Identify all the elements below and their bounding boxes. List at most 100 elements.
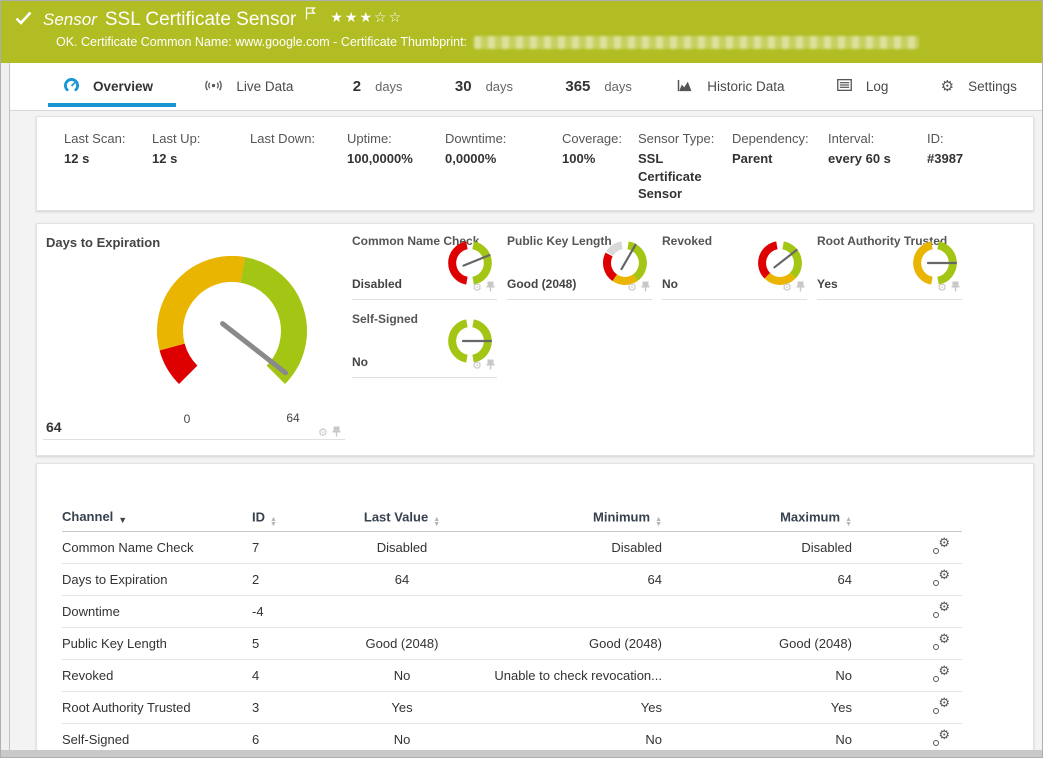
big-gauge-value: 64 [46, 419, 62, 435]
pin-icon[interactable] [796, 279, 805, 297]
pin-icon[interactable] [641, 279, 650, 297]
gear-icon[interactable]: ⚙ [318, 427, 328, 439]
certificate-thumbprint-redacted [474, 35, 920, 49]
column-header-channel[interactable]: Channel ▼ [62, 509, 252, 525]
table-row: Common Name Check 7 Disabled Disabled Di… [62, 532, 962, 564]
info-item: Last Down: [250, 131, 347, 203]
sort-icon: ▲ ▼ [655, 515, 662, 528]
info-item: Interval: every 60 s [828, 131, 927, 203]
info-value: 0,0000% [445, 151, 497, 166]
priority-star-rating[interactable]: ★★★☆☆ [330, 9, 403, 26]
info-label: Interval: [828, 131, 875, 146]
tab-icon: ⚙ [940, 78, 955, 95]
cell-maximum: Good (2048) [779, 636, 852, 651]
channel-settings-icon[interactable]: ⚙ [933, 535, 950, 554]
tab-overview[interactable]: Overview [47, 63, 177, 110]
gear-icon[interactable]: ⚙ [782, 282, 792, 294]
tab-log[interactable]: Log [836, 63, 896, 110]
tab-30-days[interactable]: 30 days [448, 63, 513, 110]
tab-365-days[interactable]: 365 days [558, 63, 632, 110]
table-row: Downtime -4 ⚙ [62, 596, 962, 628]
cell-maximum: Disabled [801, 540, 852, 555]
channel-gauge-title: Self-Signed [352, 312, 419, 326]
column-header-maximum[interactable]: Maximum ▲ ▼ [662, 509, 852, 528]
channel-gauge-value: Yes [817, 277, 838, 291]
flag-icon[interactable] [305, 7, 317, 25]
status-message-row: OK. Certificate Common Name: www.google.… [56, 35, 920, 49]
sensor-page: Sensor SSL Certificate Sensor ★★★☆☆ OK. … [0, 0, 1043, 758]
channel-gauge-value: Disabled [352, 277, 403, 291]
sensor-info-card: Last Scan: 12 s Last Up: 12 s Last Down:… [36, 116, 1034, 211]
sort-icon: ▲ ▼ [270, 515, 277, 528]
column-header-minimum[interactable]: Minimum ▲ ▼ [472, 509, 662, 528]
pin-icon[interactable] [486, 357, 495, 375]
info-label: ID: [927, 131, 944, 146]
gauge-actions: ⚙ [472, 357, 495, 375]
gauge-actions: ⚙ [472, 279, 495, 297]
cell-maximum: Yes [830, 700, 852, 715]
info-item: ID: #3987 [927, 131, 987, 203]
info-label: Sensor Type: [638, 131, 715, 146]
channel-settings-icon[interactable]: ⚙ [933, 567, 950, 586]
info-label: Last Down: [250, 131, 316, 146]
info-value: #3987 [927, 151, 964, 166]
cell-channel: Days to Expiration [62, 572, 168, 587]
gear-icon[interactable]: ⚙ [472, 282, 482, 294]
cell-id: 3 [252, 700, 260, 715]
sensor-info-bar: Last Scan: 12 s Last Up: 12 s Last Down:… [37, 117, 1033, 203]
info-item: Uptime: 100,0000% [347, 131, 445, 203]
page-title: SSL Certificate Sensor [104, 9, 297, 30]
table-row: Root Authority Trusted 3 Yes Yes Yes ⚙ [62, 692, 962, 724]
tab-live-data[interactable]: Live Data [205, 63, 300, 110]
info-label: Downtime: [445, 131, 507, 146]
pin-icon[interactable] [486, 279, 495, 297]
tab-historic-data[interactable]: Historic Data [677, 63, 791, 110]
gauges-card: Days to Expiration 0 64 64 ⚙ Common Name… [36, 223, 1034, 456]
channel-gauge-title: Revoked [662, 234, 713, 248]
channel-gauge-panel-root-authority-trusted: Root Authority Trusted Yes ⚙ [817, 230, 962, 300]
pin-icon[interactable] [951, 279, 960, 297]
gauge-actions: ⚙ [627, 279, 650, 297]
column-header-id[interactable]: ID ▲ ▼ [252, 509, 332, 528]
gauge-scale-max: 64 [286, 411, 300, 425]
cell-last-value: Disabled [376, 540, 428, 555]
cell-channel: Common Name Check [62, 540, 194, 555]
channel-settings-icon[interactable]: ⚙ [933, 663, 950, 682]
channel-settings-icon[interactable]: ⚙ [933, 727, 950, 746]
gear-icon[interactable]: ⚙ [627, 282, 637, 294]
tab-icon [677, 79, 693, 95]
cell-last-value: Yes [391, 700, 413, 715]
channel-settings-icon[interactable]: ⚙ [933, 695, 950, 714]
gear-icon[interactable]: ⚙ [937, 282, 947, 294]
panel-separator [43, 439, 345, 440]
status-banner: Sensor SSL Certificate Sensor ★★★☆☆ OK. … [1, 1, 1042, 63]
sensor-title-row: Sensor SSL Certificate Sensor ★★★☆☆ [15, 7, 403, 31]
channel-gauge-grid: Common Name Check Disabled ⚙ Public Key … [352, 230, 964, 378]
table-row: Public Key Length 5 Good (2048) Good (20… [62, 628, 962, 660]
cell-channel: Root Authority Trusted [62, 700, 191, 715]
table-row: Days to Expiration 2 64 64 64 ⚙ [62, 564, 962, 596]
info-value: Parent [732, 151, 773, 166]
channel-gauge-panel-common-name-check: Common Name Check Disabled ⚙ [352, 230, 497, 300]
info-item: Last Scan: 12 s [64, 131, 152, 203]
channel-gauge-panel-public-key-length: Public Key Length Good (2048) ⚙ [507, 230, 652, 300]
channel-gauge-panel-self-signed: Self-Signed No ⚙ [352, 308, 497, 378]
channel-gauge-panel-revoked: Revoked No ⚙ [662, 230, 807, 300]
tab-2-days[interactable]: 2 days [346, 63, 403, 110]
column-header-last-value[interactable]: Last Value ▲ ▼ [332, 509, 472, 528]
info-item: Downtime: 0,0000% [445, 131, 562, 203]
horizontal-scrollbar[interactable] [1, 750, 1042, 757]
info-item: Dependency: Parent [732, 131, 828, 203]
channel-settings-icon[interactable]: ⚙ [933, 631, 950, 650]
cell-id: 7 [252, 540, 260, 555]
gauge-scale-min: 0 [183, 412, 191, 426]
tab-settings[interactable]: ⚙ Settings [941, 63, 1024, 110]
info-item: Sensor Type: SSL Certificate Sensor [638, 131, 732, 203]
cell-channel: Revoked [62, 668, 114, 683]
cell-maximum: No [835, 732, 852, 747]
cell-id: 2 [252, 572, 260, 587]
channel-settings-icon[interactable]: ⚙ [933, 599, 950, 618]
gear-icon[interactable]: ⚙ [472, 360, 482, 372]
channel-gauge-value: No [352, 355, 368, 369]
cell-last-value: 64 [394, 572, 410, 587]
